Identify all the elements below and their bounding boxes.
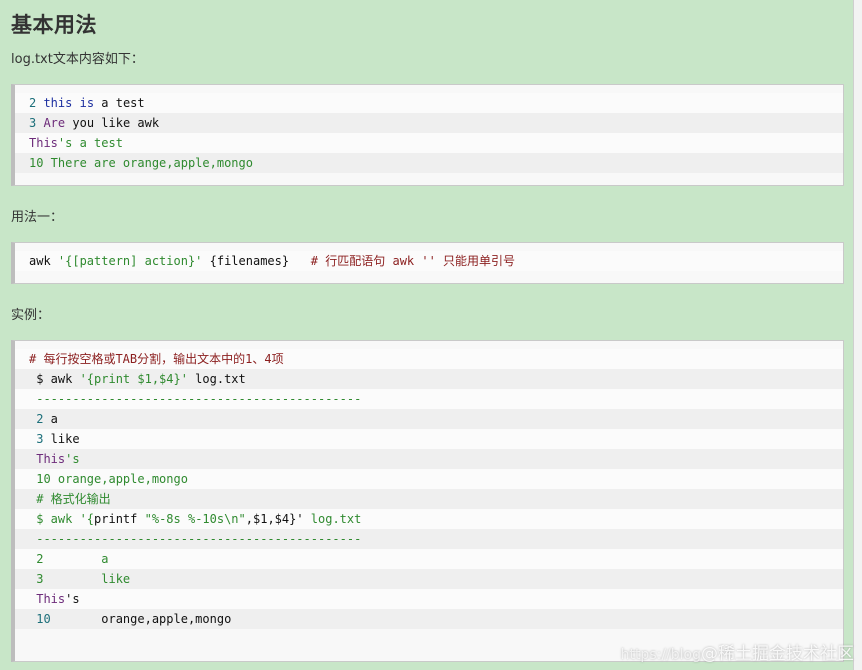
code-line: This's [15, 449, 843, 469]
code-line: 3 Are you like awk [15, 113, 843, 133]
code-line: 10 orange,apple,mongo [15, 469, 843, 489]
code-line: 2 a [15, 549, 843, 569]
usage-label: 用法一： [11, 210, 64, 225]
code-line: 3 like [15, 569, 843, 589]
page-right-edge [853, 0, 862, 670]
code-line: $ awk '{printf "%-8s %-10s\n",$1,$4}' lo… [15, 509, 843, 529]
example-label: 实例： [11, 308, 51, 323]
code-line: # 每行按空格或TAB分割，输出文本中的1、4项 [15, 349, 843, 369]
code-line: $ awk '{print $1,$4}' log.txt [15, 369, 843, 389]
watermark: https://blog@稀土掘金技术社区 [620, 644, 854, 664]
code-line: # 格式化输出 [15, 489, 843, 509]
code-line: 2 a [15, 409, 843, 429]
code-block-example: # 每行按空格或TAB分割，输出文本中的1、4项 $ awk '{print $… [11, 340, 844, 662]
code-line: awk '{[pattern] action}' {filenames} # 行… [15, 251, 843, 271]
code-line: 2 this is a test [15, 93, 843, 113]
section-heading: 基本用法 [11, 13, 97, 37]
code-line: 10 orange,apple,mongo [15, 609, 843, 629]
code-block-logtxt: 2 this is a test 3 Are you like awk This… [11, 84, 844, 186]
code-line: This's [15, 589, 843, 609]
code-line: 3 like [15, 429, 843, 449]
code-line: ----------------------------------------… [15, 389, 843, 409]
intro-text: log.txt文本内容如下： [11, 52, 144, 67]
code-block-usage: awk '{[pattern] action}' {filenames} # 行… [11, 242, 844, 284]
code-line: ----------------------------------------… [15, 529, 843, 549]
code-line: This's a test [15, 133, 843, 153]
code-line: 10 There are orange,apple,mongo [15, 153, 843, 173]
